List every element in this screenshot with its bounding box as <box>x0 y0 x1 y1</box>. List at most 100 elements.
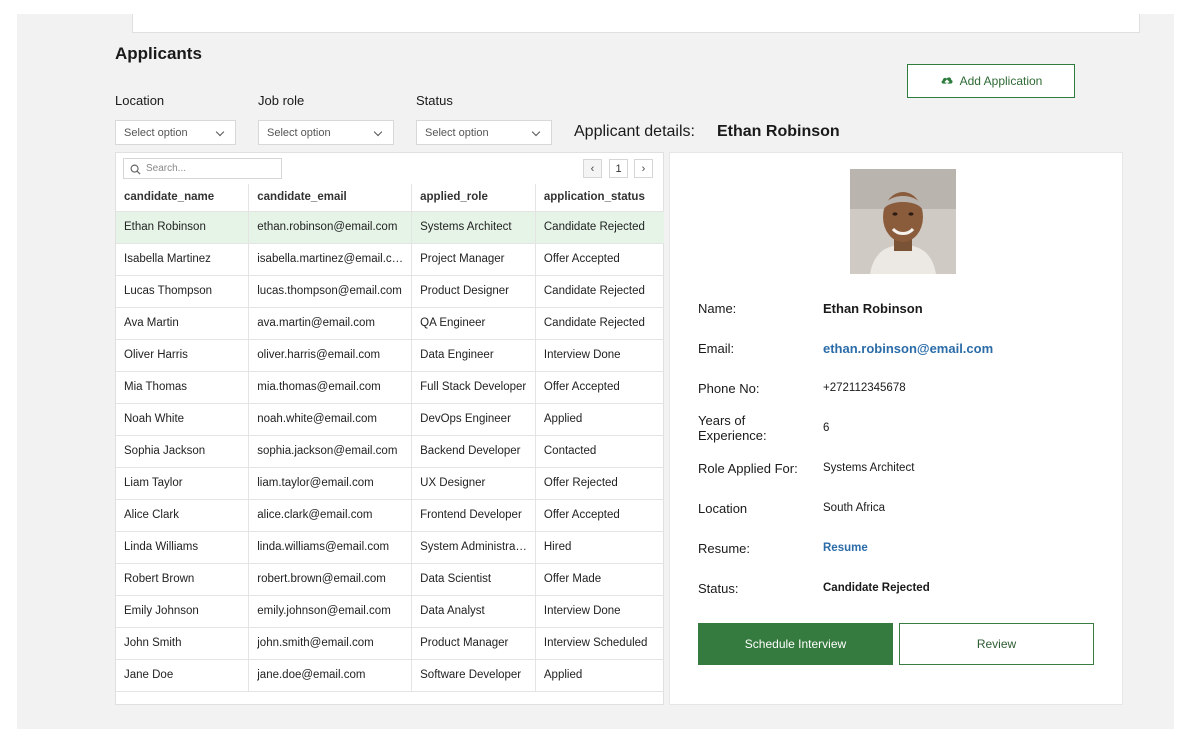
table-cell-applied-role: Backend Developer <box>411 435 536 468</box>
status-value: Candidate Rejected <box>823 582 930 594</box>
table-cell-application-status: Interview Done <box>535 595 664 628</box>
table-row[interactable]: Liam Taylor liam.taylor@email.com UX Desig… <box>116 467 664 500</box>
table-cell-candidate-email: ava.martin@email.com <box>248 307 413 340</box>
table-header-row: candidate_name candidate_email applied_r… <box>116 184 664 212</box>
table-cell-candidate-email: emily.johnson@email.com <box>248 595 413 628</box>
search-placeholder: Search... <box>146 163 187 174</box>
page-number[interactable]: 1 <box>609 159 628 178</box>
table-cell-candidate-email: noah.white@email.com <box>248 403 413 436</box>
location-select[interactable]: Select option <box>115 120 236 145</box>
table-cell-applied-role: Project Manager <box>411 243 536 276</box>
job-role-filter-label: Job role <box>258 93 305 108</box>
prev-page-button[interactable]: ‹ <box>583 159 602 178</box>
table-row[interactable]: Alice Clark alice.clark@email.com Frontend… <box>116 499 664 532</box>
table-cell-candidate-name: Liam Taylor <box>116 467 250 500</box>
column-header[interactable]: candidate_name <box>116 184 250 212</box>
table-cell-candidate-name: Emily Johnson <box>116 595 250 628</box>
table-cell-application-status: Applied <box>535 403 664 436</box>
status-select-value: Select option <box>425 126 489 139</box>
table-cell-applied-role: Data Scientist <box>411 563 536 596</box>
status-filter-label: Status <box>416 93 453 108</box>
table-row[interactable]: Isabella Martinez isabella.martinez@email… <box>116 243 664 276</box>
location-select-value: Select option <box>124 126 188 139</box>
column-header[interactable]: applied_role <box>411 184 536 212</box>
table-cell-applied-role: System Administra… <box>411 531 536 564</box>
upload-cloud-icon <box>941 77 953 87</box>
applicants-table: candidate_name candidate_email applied_r… <box>116 184 664 692</box>
table-cell-application-status: Interview Scheduled <box>535 627 664 660</box>
chevron-right-icon: › <box>641 162 646 175</box>
role-value: Systems Architect <box>823 462 915 474</box>
applicant-photo <box>850 169 956 274</box>
add-application-label: Add Application <box>959 74 1043 88</box>
table-cell-candidate-email: ethan.robinson@email.com <box>248 211 413 244</box>
table-row[interactable]: Linda Williams linda.williams@email.com Sy… <box>116 531 664 564</box>
table-cell-application-status: Offer Rejected <box>535 467 664 500</box>
table-cell-candidate-name: Oliver Harris <box>116 339 250 372</box>
location-label: Location <box>698 501 748 516</box>
chevron-down-icon <box>215 127 225 137</box>
table-cell-candidate-email: oliver.harris@email.com <box>248 339 413 372</box>
table-cell-candidate-name: Robert Brown <box>116 563 250 596</box>
table-row[interactable]: Noah White noah.white@email.com DevOps Eng… <box>116 403 664 436</box>
table-cell-application-status: Offer Made <box>535 563 664 596</box>
table-cell-candidate-name: Ethan Robinson <box>116 211 250 244</box>
phone-label: Phone No: <box>698 381 760 396</box>
table-cell-application-status: Contacted <box>535 435 664 468</box>
table-cell-application-status: Interview Done <box>535 339 664 372</box>
table-cell-candidate-name: Jane Doe <box>116 659 250 692</box>
applicant-details-panel: Name: Ethan Robinson Email: ethan.robins… <box>669 152 1123 705</box>
table-cell-applied-role: Systems Architect <box>411 211 536 244</box>
search-input[interactable]: Search... <box>123 158 282 179</box>
table-row[interactable]: Lucas Thompson lucas.thompson@email.com Pr… <box>116 275 664 308</box>
table-cell-candidate-name: John Smith <box>116 627 250 660</box>
table-cell-application-status: Offer Accepted <box>535 371 664 404</box>
table-cell-application-status: Candidate Rejected <box>535 307 664 340</box>
experience-value: 6 <box>823 422 830 434</box>
status-select[interactable]: Select option <box>416 120 552 145</box>
table-row[interactable]: Emily Johnson emily.johnson@email.com Data… <box>116 595 664 628</box>
resume-link[interactable]: Resume <box>823 542 868 554</box>
location-value: South Africa <box>823 502 886 514</box>
table-row[interactable]: Mia Thomas mia.thomas@email.com Full Stack… <box>116 371 664 404</box>
job-role-select[interactable]: Select option <box>258 120 394 145</box>
table-cell-candidate-email: sophia.jackson@email.com <box>248 435 413 468</box>
next-page-button[interactable]: › <box>634 159 653 178</box>
table-cell-applied-role: Product Designer <box>411 275 536 308</box>
schedule-interview-button[interactable]: Schedule Interview <box>698 623 893 665</box>
table-row[interactable]: John Smith john.smith@email.com Product Ma… <box>116 627 664 660</box>
table-row[interactable]: Ava Martin ava.martin@email.com QA Enginee… <box>116 307 664 340</box>
table-cell-applied-role: UX Designer <box>411 467 536 500</box>
search-icon <box>130 164 141 175</box>
role-label: Role Applied For: <box>698 461 798 476</box>
table-cell-application-status: Candidate Rejected <box>535 275 664 308</box>
review-button[interactable]: Review <box>899 623 1094 665</box>
table-cell-candidate-name: Sophia Jackson <box>116 435 250 468</box>
table-cell-candidate-name: Ava Martin <box>116 307 250 340</box>
table-row[interactable]: Oliver Harris oliver.harris@email.com Data… <box>116 339 664 372</box>
table-cell-candidate-name: Lucas Thompson <box>116 275 250 308</box>
table-row[interactable]: Jane Doe jane.doe@email.com Software Devel… <box>116 659 664 692</box>
table-cell-applied-role: Software Developer <box>411 659 536 692</box>
table-cell-candidate-email: alice.clark@email.com <box>248 499 413 532</box>
table-cell-candidate-email: isabella.martinez@email.c… <box>248 243 413 276</box>
table-cell-applied-role: Data Analyst <box>411 595 536 628</box>
table-row[interactable]: Robert Brown robert.brown@email.com Data S… <box>116 563 664 596</box>
column-header[interactable]: application_status <box>535 184 664 212</box>
table-cell-candidate-email: lucas.thompson@email.com <box>248 275 413 308</box>
add-application-button[interactable]: Add Application <box>907 64 1075 98</box>
status-label: Status: <box>698 581 739 596</box>
table-row[interactable]: Ethan Robinson ethan.robinson@email.com Sy… <box>116 211 664 244</box>
table-row[interactable]: Sophia Jackson sophia.jackson@email.com Ba… <box>116 435 664 468</box>
table-cell-candidate-email: john.smith@email.com <box>248 627 413 660</box>
table-cell-candidate-name: Noah White <box>116 403 250 436</box>
location-filter-label: Location <box>115 93 165 108</box>
table-cell-candidate-email: liam.taylor@email.com <box>248 467 413 500</box>
column-header[interactable]: candidate_email <box>248 184 413 212</box>
chevron-down-icon <box>531 127 541 137</box>
table-cell-candidate-email: jane.doe@email.com <box>248 659 413 692</box>
email-link[interactable]: ethan.robinson@email.com <box>823 341 993 356</box>
table-cell-applied-role: DevOps Engineer <box>411 403 536 436</box>
table-cell-application-status: Candidate Rejected <box>535 211 664 244</box>
table-cell-applied-role: Frontend Developer <box>411 499 536 532</box>
